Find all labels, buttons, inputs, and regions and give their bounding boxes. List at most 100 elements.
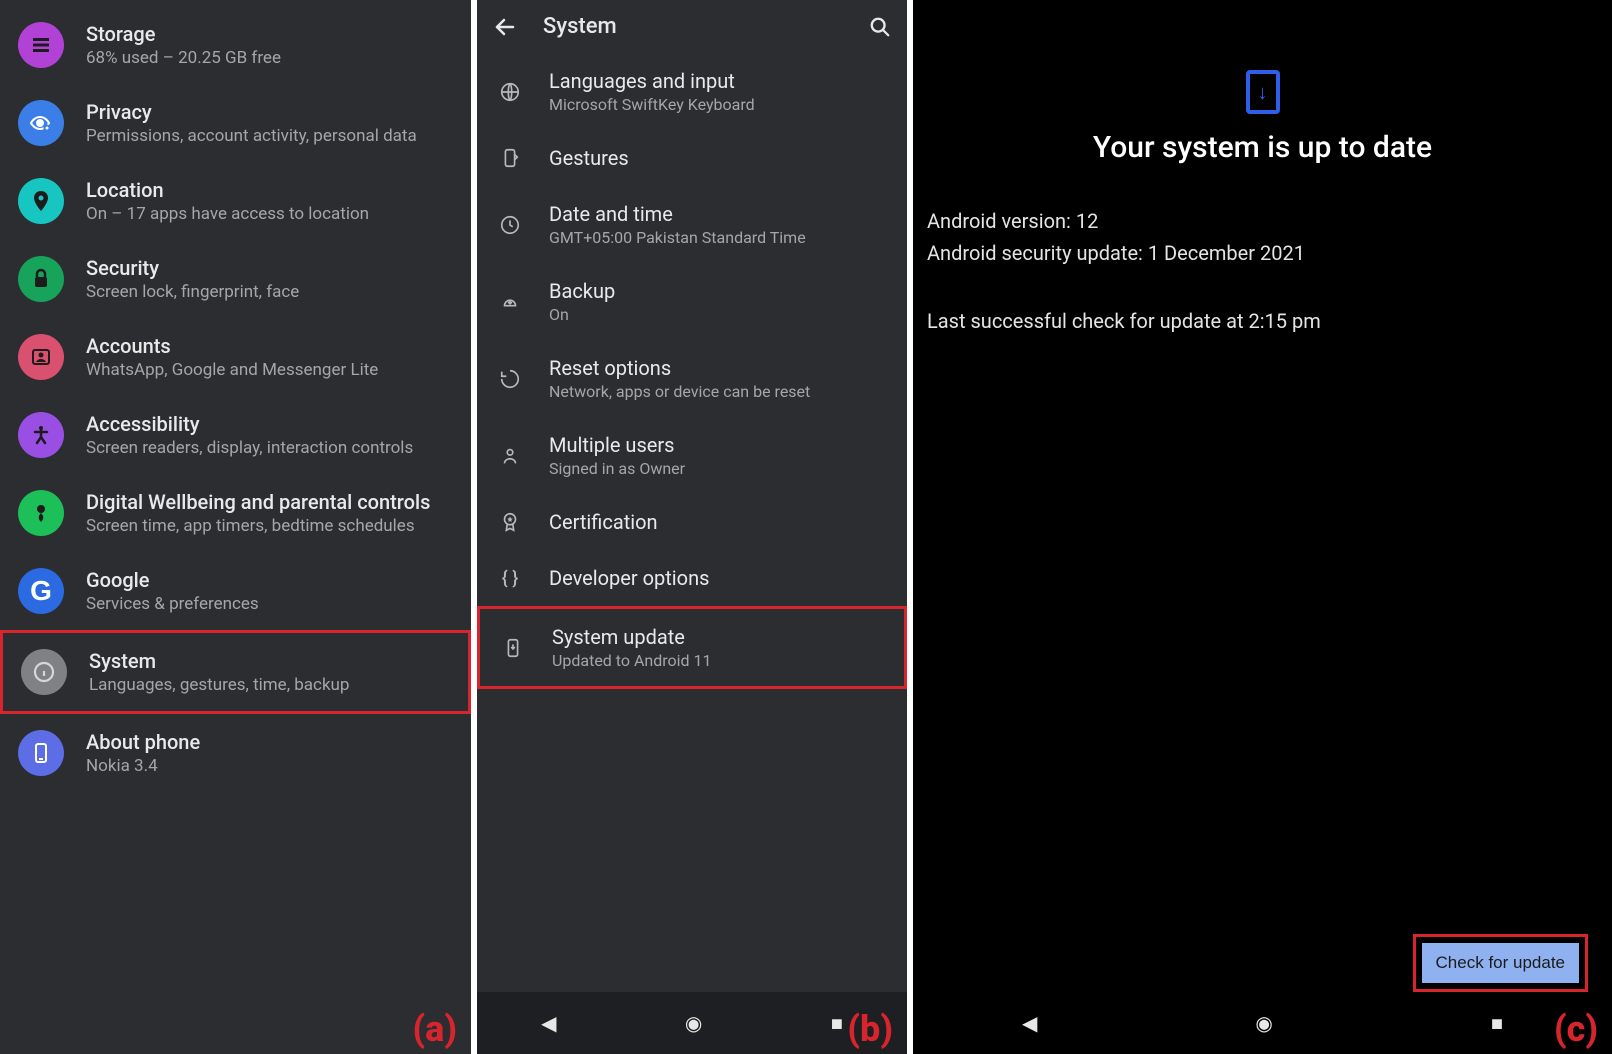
system-item-certification[interactable]: Certification [477, 494, 907, 550]
item-text: Gestures [549, 146, 629, 170]
settings-item-digital-wellbeing-and-parental-controls[interactable]: Digital Wellbeing and parental controlsS… [0, 474, 471, 552]
item-subtitle: Microsoft SwiftKey Keyboard [549, 95, 755, 114]
system-item-backup[interactable]: Backup On [477, 263, 907, 340]
settings-item-google[interactable]: G GoogleServices & preferences [0, 552, 471, 630]
about-phone-icon [18, 730, 64, 776]
item-subtitle: Services & preferences [86, 594, 259, 614]
system-list: Languages and input Microsoft SwiftKey Ke… [477, 53, 907, 992]
item-title: Languages and input [549, 69, 755, 93]
google-icon: G [18, 568, 64, 614]
item-text: SystemLanguages, gestures, time, backup [89, 649, 349, 695]
gestures-icon [495, 147, 525, 169]
settings-item-privacy[interactable]: PrivacyPermissions, account activity, pe… [0, 84, 471, 162]
item-title: Multiple users [549, 433, 685, 457]
item-subtitle: Languages, gestures, time, backup [89, 675, 349, 695]
item-text: Date and timeGMT+05:00 Pakistan Standard… [549, 202, 806, 247]
item-subtitle: GMT+05:00 Pakistan Standard Time [549, 228, 806, 247]
back-icon[interactable] [493, 15, 517, 39]
system-update-icon [498, 637, 528, 659]
item-title: Developer options [549, 566, 709, 590]
reset-options-icon [495, 368, 525, 390]
item-subtitle: Signed in as Owner [549, 459, 685, 478]
update-heading: Your system is up to date [927, 130, 1598, 165]
item-text: SecurityScreen lock, fingerprint, face [86, 256, 299, 302]
item-subtitle: Screen lock, fingerprint, face [86, 282, 299, 302]
backup-icon [495, 291, 525, 313]
item-title: Reset options [549, 356, 810, 380]
item-text: AccountsWhatsApp, Google and Messenger L… [86, 334, 378, 380]
check-button-highlight: Check for update [1413, 934, 1588, 992]
item-text: GoogleServices & preferences [86, 568, 259, 614]
item-subtitle: WhatsApp, Google and Messenger Lite [86, 360, 378, 380]
panel-label-c: (c) [1554, 1008, 1598, 1050]
item-title: Google [86, 568, 259, 592]
item-text: Backup On [549, 279, 615, 324]
storage-icon [18, 22, 64, 68]
nav-recent-icon[interactable]: ■ [831, 1011, 843, 1036]
item-title: Location [86, 178, 369, 202]
digital-wellbeing-and-parental-controls-icon [18, 490, 64, 536]
item-title: System [89, 649, 349, 673]
item-text: Storage68% used – 20.25 GB free [86, 22, 281, 68]
item-title: Storage [86, 22, 281, 46]
security-icon [18, 256, 64, 302]
system-item-gestures[interactable]: Gestures [477, 130, 907, 186]
item-title: About phone [86, 730, 200, 754]
item-subtitle: Screen readers, display, interaction con… [86, 438, 413, 458]
item-subtitle: Nokia 3.4 [86, 756, 200, 776]
settings-panel-a: Storage68% used – 20.25 GB free PrivacyPe… [0, 0, 477, 1054]
item-title: Digital Wellbeing and parental controls [86, 490, 430, 514]
multiple-users-icon [495, 445, 525, 467]
system-item-developer-options[interactable]: { } Developer options [477, 550, 907, 606]
settings-item-accessibility[interactable]: AccessibilityScreen readers, display, in… [0, 396, 471, 474]
item-title: Privacy [86, 100, 417, 124]
system-item-reset-options[interactable]: Reset optionsNetwork, apps or device can… [477, 340, 907, 417]
system-item-multiple-users[interactable]: Multiple users Signed in as Owner [477, 417, 907, 494]
item-text: Languages and input Microsoft SwiftKey Ke… [549, 69, 755, 114]
item-subtitle: Screen time, app timers, bedtime schedul… [86, 516, 430, 536]
settings-item-security[interactable]: SecurityScreen lock, fingerprint, face [0, 240, 471, 318]
settings-list: Storage68% used – 20.25 GB free PrivacyPe… [0, 0, 471, 792]
item-text: Developer options [549, 566, 709, 590]
last-check-line: Last successful check for update at 2:15… [927, 309, 1598, 333]
item-text: Certification [549, 510, 658, 534]
search-icon[interactable] [869, 16, 891, 38]
item-subtitle: On [549, 305, 615, 324]
settings-item-accounts[interactable]: AccountsWhatsApp, Google and Messenger L… [0, 318, 471, 396]
page-title: System [543, 14, 843, 39]
date-and-time-icon [495, 214, 525, 236]
nav-recent-icon[interactable]: ■ [1491, 1011, 1503, 1036]
panel-label-b: (b) [847, 1008, 893, 1050]
item-text: AccessibilityScreen readers, display, in… [86, 412, 413, 458]
system-panel-b: System Languages and input Microsoft Swif… [477, 0, 913, 1054]
settings-item-system[interactable]: SystemLanguages, gestures, time, backup [0, 630, 471, 714]
security-update-line: Android security update: 1 December 2021 [927, 241, 1598, 265]
nav-home-icon[interactable]: ◉ [1255, 1011, 1272, 1035]
settings-item-location[interactable]: LocationOn – 17 apps have access to loca… [0, 162, 471, 240]
nav-back-icon[interactable]: ◀ [541, 1011, 556, 1035]
download-icon: ↓ [1246, 70, 1280, 114]
nav-back-icon[interactable]: ◀ [1022, 1011, 1037, 1035]
item-title: Gestures [549, 146, 629, 170]
item-subtitle: Updated to Android 11 [552, 651, 712, 670]
item-text: Reset optionsNetwork, apps or device can… [549, 356, 810, 401]
item-text: System updateUpdated to Android 11 [552, 625, 712, 670]
nav-home-icon[interactable]: ◉ [685, 1011, 702, 1035]
item-text: LocationOn – 17 apps have access to loca… [86, 178, 369, 224]
developer-options-icon: { } [495, 568, 525, 589]
panel-label-a: (a) [412, 1008, 457, 1050]
location-icon [18, 178, 64, 224]
system-item-system-update[interactable]: System updateUpdated to Android 11 [477, 606, 907, 689]
system-item-languages-and-input[interactable]: Languages and input Microsoft SwiftKey Ke… [477, 53, 907, 130]
system-icon [21, 649, 67, 695]
languages-and-input-icon [495, 81, 525, 103]
item-title: Backup [549, 279, 615, 303]
check-for-update-button[interactable]: Check for update [1422, 943, 1579, 983]
system-item-date-and-time[interactable]: Date and timeGMT+05:00 Pakistan Standard… [477, 186, 907, 263]
settings-item-storage[interactable]: Storage68% used – 20.25 GB free [0, 6, 471, 84]
item-text: Digital Wellbeing and parental controlsS… [86, 490, 430, 536]
item-text: Multiple users Signed in as Owner [549, 433, 685, 478]
settings-item-about-phone[interactable]: About phoneNokia 3.4 [0, 714, 471, 792]
topbar: System [477, 0, 907, 53]
update-content: ↓ Your system is up to date Android vers… [913, 0, 1612, 992]
